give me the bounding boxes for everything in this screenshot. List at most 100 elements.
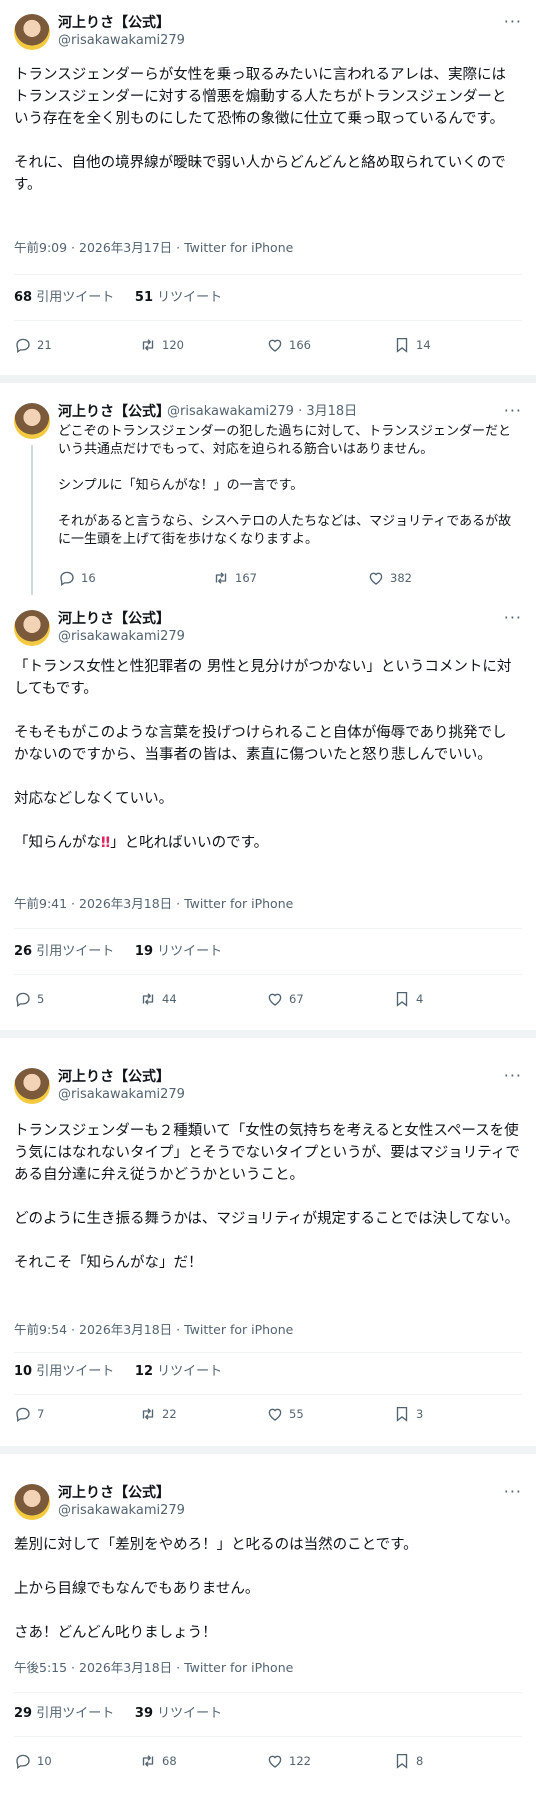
tweet-timestamp[interactable]: 午後5:15 · 2026年3月18日 · Twitter for iPhone — [14, 1660, 293, 1676]
like-button[interactable]: 382 — [367, 569, 412, 587]
retweet-button[interactable]: 68 — [139, 1752, 177, 1770]
bookmark-button[interactable]: 3 — [393, 1405, 423, 1423]
user-handle[interactable]: @risakawakami279 — [58, 1086, 185, 1104]
reply-button[interactable]: 7 — [14, 1405, 44, 1423]
retweet-count[interactable]: 39 リツイート — [135, 1706, 222, 1721]
display-name[interactable]: 河上りさ【公式】 — [58, 14, 170, 32]
more-options-icon[interactable]: ··· — [504, 1068, 522, 1084]
more-options-icon[interactable]: ··· — [504, 610, 522, 626]
section-separator — [0, 1030, 536, 1038]
reply-button[interactable]: 21 — [14, 336, 52, 354]
reply-icon — [58, 569, 76, 587]
more-options-icon[interactable]: ··· — [504, 1484, 522, 1500]
tweet-header: 河上りさ【公式】 @risakawakami279 ··· — [14, 610, 522, 646]
tweet-card: 河上りさ【公式】 @risakawakami279 ··· トランスジェンダーら… — [0, 0, 536, 375]
quote-count[interactable]: 26 引用ツイート — [14, 944, 114, 959]
bookmark-icon — [393, 1405, 411, 1423]
like-button[interactable]: 55 — [266, 1405, 304, 1423]
avatar[interactable] — [14, 14, 50, 50]
retweet-icon — [139, 1752, 157, 1770]
thread-line — [31, 445, 33, 595]
quote-count[interactable]: 10 引用ツイート — [14, 1364, 114, 1379]
reply-button[interactable]: 5 — [14, 990, 44, 1008]
like-icon — [266, 990, 284, 1008]
avatar[interactable] — [14, 1484, 50, 1520]
display-name[interactable]: 河上りさ【公式】 — [58, 1068, 170, 1086]
reply-icon — [14, 1405, 32, 1423]
tweet-text: どこぞのトランスジェンダーの犯した過ちに対して、トランスジェンダーだという共通点… — [58, 424, 512, 547]
bookmark-icon — [393, 990, 411, 1008]
avatar[interactable] — [14, 403, 50, 439]
engagement-stats: 26 引用ツイート 19 リツイート — [14, 944, 222, 960]
more-options-icon[interactable]: ··· — [504, 14, 522, 30]
tweet-timestamp[interactable]: 午前9:54 · 2026年3月18日 · Twitter for iPhone — [14, 1322, 293, 1338]
double-exclamation-emoji: ‼ — [101, 835, 111, 851]
avatar[interactable] — [14, 1068, 50, 1104]
like-icon — [266, 1752, 284, 1770]
retweet-button[interactable]: 167 — [212, 569, 257, 587]
tweet-card: 河上りさ【公式】 @risakawakami279 ··· 差別に対して「差別を… — [0, 1454, 536, 1794]
display-name[interactable]: 河上りさ【公式】 — [58, 610, 170, 628]
like-icon — [266, 1405, 284, 1423]
divider — [14, 1692, 522, 1693]
quote-count[interactable]: 29 引用ツイート — [14, 1706, 114, 1721]
section-separator — [0, 375, 536, 383]
quote-count[interactable]: 68 引用ツイート — [14, 290, 114, 305]
display-name[interactable]: 河上りさ【公式】 — [58, 1484, 170, 1502]
reply-icon — [14, 336, 32, 354]
retweet-count[interactable]: 12 リツイート — [135, 1364, 222, 1379]
tweet-timestamp[interactable]: 午前9:09 · 2026年3月17日 · Twitter for iPhone — [14, 240, 293, 256]
retweet-button[interactable]: 22 — [139, 1405, 177, 1423]
section-separator — [0, 1446, 536, 1454]
retweet-icon — [212, 569, 230, 587]
retweet-count[interactable]: 51 リツイート — [135, 290, 222, 305]
tweet-text: トランスジェンダーらが女性を乗っ取るみたいに言われるアレは、実際にはトランスジェ… — [14, 67, 507, 193]
tweet-header: 河上りさ【公式】 @risakawakami279 ··· — [14, 1068, 522, 1104]
retweet-icon — [139, 336, 157, 354]
engagement-stats: 29 引用ツイート 39 リツイート — [14, 1706, 222, 1722]
divider — [14, 1394, 522, 1395]
bookmark-icon — [393, 1752, 411, 1770]
reply-button[interactable]: 16 — [58, 569, 96, 587]
tweet-card: 河上りさ【公式】 @risakawakami279 ··· トランスジェンダーも… — [0, 1038, 536, 1438]
tweet-text: トランスジェンダーも２種類いて「女性の気持ちを考えると女性スペースを使う気にはな… — [14, 1123, 520, 1271]
user-handle-date[interactable]: @risakawakami279 · 3月18日 — [167, 403, 357, 421]
tweet-text: 差別に対して「差別をやめろ！」と叱るのは当然のことです。 上から目線でもなんでも… — [14, 1537, 418, 1641]
engagement-stats: 68 引用ツイート 51 リツイート — [14, 290, 222, 306]
thread-parent-tweet[interactable]: 河上りさ【公式】 @risakawakami279 · 3月18日 ··· どこ… — [0, 383, 536, 598]
user-handle[interactable]: @risakawakami279 — [58, 1502, 185, 1520]
divider — [14, 1736, 522, 1737]
engagement-stats: 10 引用ツイート 12 リツイート — [14, 1364, 222, 1380]
divider — [14, 1352, 522, 1353]
tweet-text: 「トランス女性と性犯罪者の 男性と見分けがつかない」というコメントに対してもです… — [14, 659, 512, 851]
bookmark-button[interactable]: 4 — [393, 990, 423, 1008]
more-options-icon[interactable]: ··· — [504, 403, 522, 419]
like-icon — [266, 336, 284, 354]
tweet-timestamp[interactable]: 午前9:41 · 2026年3月18日 · Twitter for iPhone — [14, 896, 293, 912]
like-button[interactable]: 67 — [266, 990, 304, 1008]
like-button[interactable]: 166 — [266, 336, 311, 354]
display-name[interactable]: 河上りさ【公式】 — [58, 403, 170, 421]
retweet-count[interactable]: 19 リツイート — [135, 944, 222, 959]
like-button[interactable]: 122 — [266, 1752, 311, 1770]
retweet-icon — [139, 990, 157, 1008]
tweet-header: 河上りさ【公式】 @risakawakami279 ··· — [14, 14, 522, 50]
like-icon — [367, 569, 385, 587]
user-handle[interactable]: @risakawakami279 — [58, 32, 185, 50]
bookmark-button[interactable]: 14 — [393, 336, 431, 354]
bookmark-button[interactable]: 8 — [393, 1752, 423, 1770]
reply-button[interactable]: 10 — [14, 1752, 52, 1770]
divider — [14, 974, 522, 975]
divider — [14, 274, 522, 275]
tweet-card: 河上りさ【公式】 @risakawakami279 ··· 「トランス女性と性犯… — [0, 598, 536, 1030]
divider — [14, 928, 522, 929]
divider — [14, 320, 522, 321]
reply-icon — [14, 990, 32, 1008]
retweet-icon — [139, 1405, 157, 1423]
retweet-button[interactable]: 120 — [139, 336, 184, 354]
tweet-header: 河上りさ【公式】 @risakawakami279 ··· — [14, 1484, 522, 1520]
bookmark-icon — [393, 336, 411, 354]
avatar[interactable] — [14, 610, 50, 646]
retweet-button[interactable]: 44 — [139, 990, 177, 1008]
user-handle[interactable]: @risakawakami279 — [58, 628, 185, 646]
